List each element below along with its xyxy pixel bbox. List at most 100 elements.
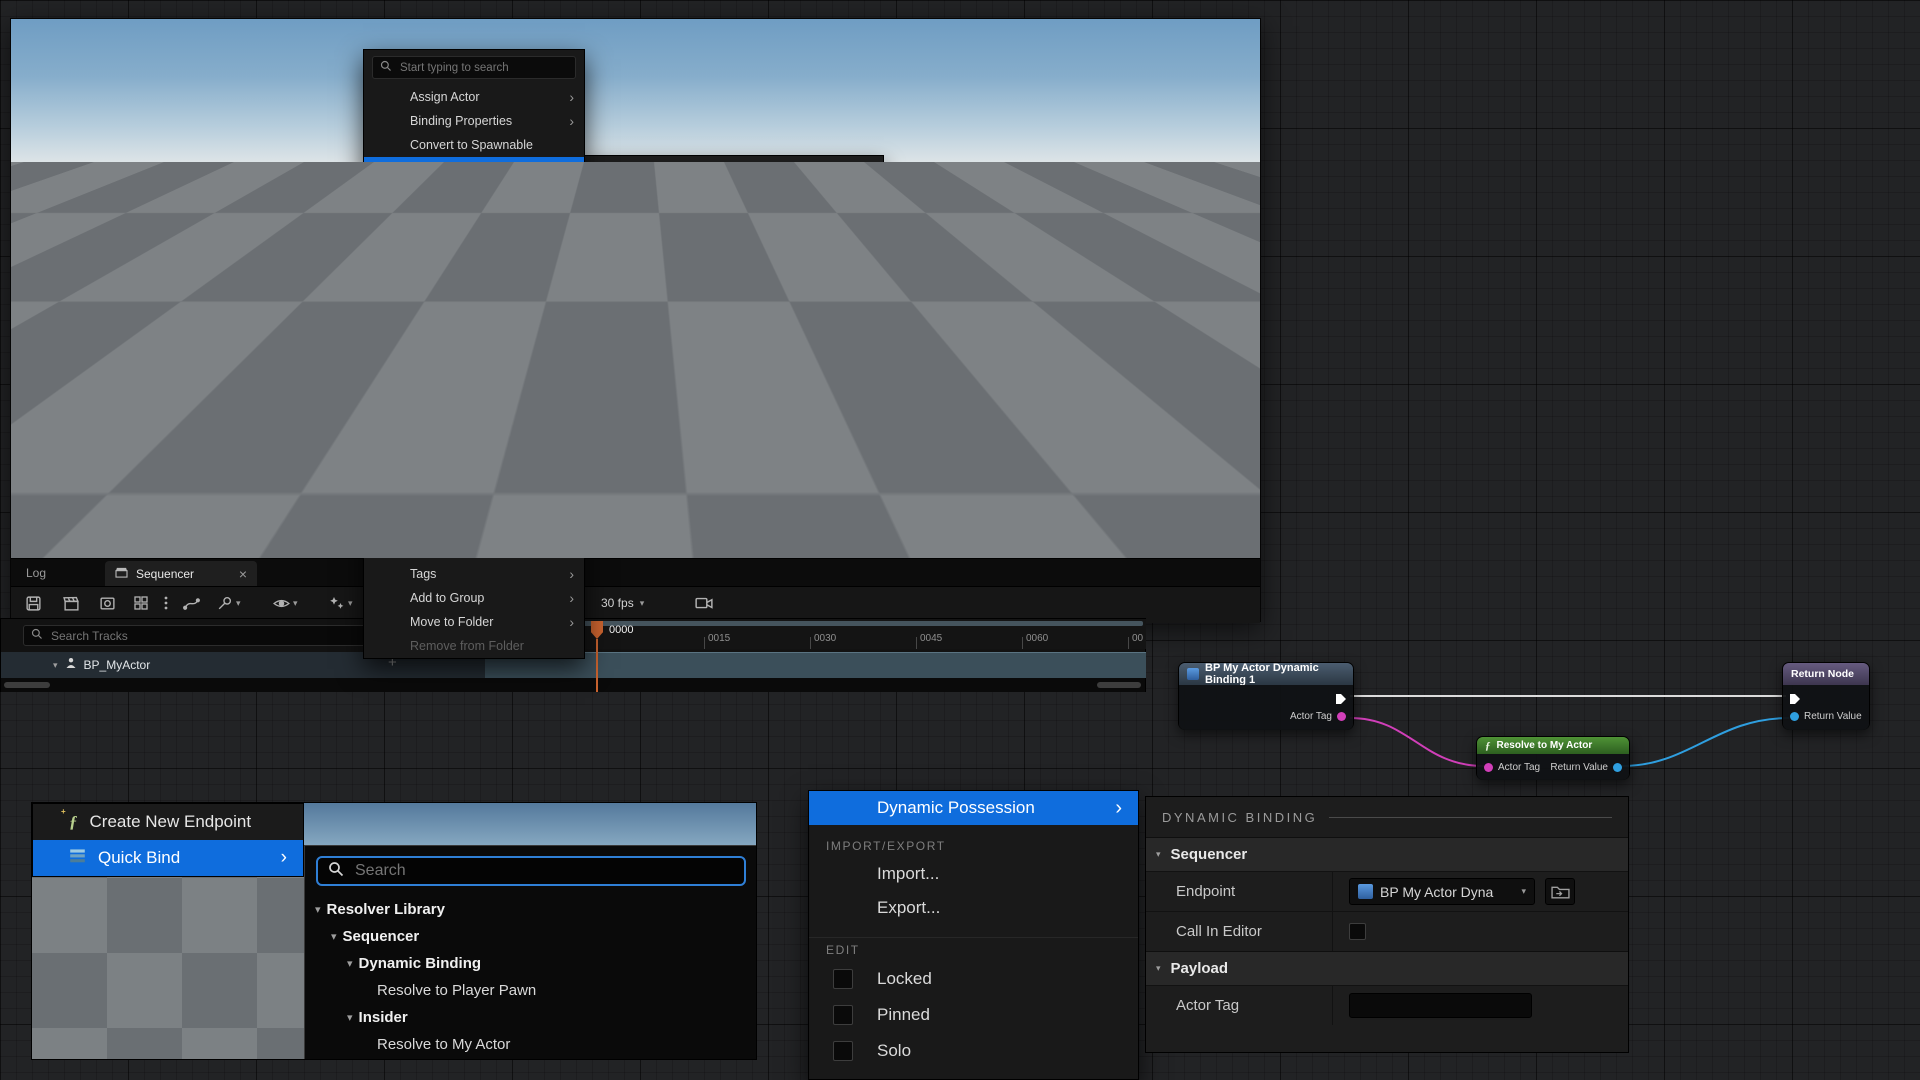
menu-item-delete-and-keep-state[interactable]: Delete and Keep State — [364, 491, 584, 515]
menu-item-solo[interactable]: Solo — [809, 1033, 1138, 1069]
tree-item-dynamic-binding[interactable]: ▾ Dynamic Binding — [903, 332, 1202, 350]
menu-item-delete[interactable]: Delete — [364, 467, 584, 491]
menu-item-duplicate[interactable]: DuplicateCTRL+D — [364, 443, 584, 467]
expander-icon[interactable]: ▾ — [911, 300, 916, 311]
mute-checkbox[interactable] — [377, 352, 391, 366]
actor-tag-input-pin[interactable]: Actor Tag — [1484, 762, 1540, 773]
curves-button[interactable] — [183, 595, 200, 612]
menu-item-remove-from-folder[interactable]: Remove from Folder — [364, 634, 584, 658]
tree-item-insider[interactable]: ▾ Insider — [305, 1004, 757, 1031]
tab-sequencer[interactable]: Sequencer × — [105, 561, 257, 587]
browse-endpoint-button[interactable] — [845, 210, 869, 230]
expander-icon[interactable]: ▾ — [53, 660, 58, 671]
category-sequencer[interactable]: ▾ Sequencer — [585, 182, 883, 204]
menu-item-cut[interactable]: CutCTRL+X — [364, 371, 584, 395]
menu-item-mute[interactable]: Mute — [364, 347, 584, 371]
resolver-search-box[interactable] — [316, 856, 746, 886]
call-in-editor-checkbox[interactable] — [1349, 923, 1366, 940]
category-sequencer[interactable]: ▾ Sequencer — [1146, 837, 1628, 871]
menu-item-export[interactable]: Export... — [364, 228, 584, 252]
menu-item-convert-to-spawnable[interactable]: Convert to Spawnable — [364, 133, 584, 157]
layout-button[interactable] — [133, 595, 149, 611]
expander-icon[interactable]: ▾ — [315, 903, 321, 916]
menu-item-copy[interactable]: CopyCTRL+C — [364, 395, 584, 419]
expander-icon[interactable]: ▾ — [1156, 963, 1161, 974]
menu-item-solo[interactable]: Solo — [364, 323, 584, 347]
actor-tag-output-pin[interactable]: Actor Tag — [1290, 711, 1346, 722]
menu-item-dynamic-possession[interactable]: Dynamic Possession › — [809, 791, 1138, 825]
menu-item-move-to-folder[interactable]: Move to Folder› — [364, 610, 584, 634]
tab-log[interactable]: Log — [26, 566, 46, 580]
menu-item-quick-bind[interactable]: Quick Bind › — [721, 261, 899, 285]
menu-item-quick-bind[interactable]: Quick Bind › — [33, 840, 303, 876]
return-value-output-pin[interactable]: Return Value — [1550, 762, 1622, 773]
exec-input-pin[interactable] — [1789, 692, 1801, 710]
camera-lock-button[interactable] — [695, 595, 713, 610]
timeline-scrollbar[interactable] — [1, 678, 1145, 692]
menu-item-pinned[interactable]: Pinned — [809, 997, 1138, 1033]
menu-item-export[interactable]: Export... — [809, 891, 1138, 925]
menu-item-rename[interactable]: RenameF2 — [364, 515, 584, 539]
menu-item-assign-actor[interactable]: Assign Actor› — [364, 85, 584, 109]
camera-cuts-button[interactable] — [99, 595, 116, 612]
expander-icon[interactable]: ▾ — [925, 318, 930, 329]
timeline-range-slider[interactable] — [489, 621, 1143, 626]
render-movie-button[interactable] — [63, 595, 80, 612]
menu-item-paste[interactable]: PasteCTRL+V — [364, 419, 584, 443]
solo-checkbox[interactable] — [833, 1041, 853, 1061]
tree-item-sequencer[interactable]: ▾ Sequencer — [903, 314, 1202, 332]
node-bp-my-actor-dynamic-binding[interactable]: BP My Actor Dynamic Binding 1 Actor Tag — [1178, 662, 1354, 730]
tree-item-sequencer[interactable]: ▾ Sequencer — [305, 923, 757, 950]
menu-item-add-to-group[interactable]: Add to Group› — [364, 586, 584, 610]
menu-item-import[interactable]: Import... — [809, 857, 1138, 891]
pinned-checkbox[interactable] — [377, 304, 391, 318]
exec-output-pin[interactable] — [1335, 692, 1347, 710]
menu-item-import[interactable]: Import... — [364, 204, 584, 228]
menu-item-create-new-endpoint[interactable]: +ƒ Create New Endpoint — [33, 804, 303, 840]
locked-checkbox[interactable] — [377, 280, 391, 294]
return-value-input-pin[interactable]: Return Value — [1790, 711, 1862, 722]
menu-item-binding-properties[interactable]: Binding Properties› — [364, 109, 584, 133]
resolver-search-input[interactable] — [353, 861, 734, 881]
browse-endpoint-button[interactable] — [1545, 878, 1575, 905]
more-options-icon[interactable] — [163, 595, 169, 611]
menu-search-box[interactable] — [372, 56, 576, 79]
expander-icon[interactable]: ▾ — [939, 336, 944, 347]
tree-item-resolve-to-player-pawn[interactable]: Resolve to Player Pawn — [305, 977, 757, 1004]
tab-close-icon[interactable]: × — [239, 567, 247, 581]
resolver-search-input[interactable] — [935, 272, 1187, 286]
menu-item-tags[interactable]: Tags› — [364, 562, 584, 586]
menu-item-dynamic-possession[interactable]: Dynamic Possession› — [364, 157, 584, 181]
fps-dropdown[interactable]: 30 fps▾ — [601, 596, 644, 610]
solo-checkbox[interactable] — [377, 328, 391, 342]
node-resolve-to-my-actor[interactable]: ƒ Resolve to My Actor Actor Tag Return V… — [1476, 736, 1630, 780]
locked-checkbox[interactable] — [833, 969, 853, 989]
playback-options-dropdown[interactable]: ▾ — [216, 595, 241, 612]
menu-search-input[interactable] — [398, 61, 568, 75]
save-button[interactable] — [25, 595, 42, 612]
tree-item-resolve-to-my-actor[interactable]: Resolve to My Actor — [305, 1031, 757, 1058]
keyframe-options-dropdown[interactable]: ▾ — [329, 595, 353, 611]
scrollbar-handle[interactable] — [4, 682, 50, 688]
view-options-dropdown[interactable]: ▾ — [273, 595, 298, 612]
expander-icon[interactable]: ▾ — [595, 188, 600, 199]
menu-item-pinned[interactable]: Pinned — [364, 299, 584, 323]
pinned-checkbox[interactable] — [833, 1005, 853, 1025]
actor-tag-input[interactable] — [1349, 993, 1532, 1018]
expander-icon[interactable]: ▾ — [347, 957, 353, 970]
expander-icon[interactable]: ▾ — [1156, 849, 1161, 860]
expander-icon[interactable]: ▾ — [331, 930, 337, 943]
expander-icon[interactable]: ▾ — [347, 1011, 353, 1024]
tree-item-resolver-library[interactable]: ▾ Resolver Library — [903, 296, 1202, 314]
menu-item-locked[interactable]: Locked — [809, 961, 1138, 997]
scrollbar-handle[interactable] — [1097, 682, 1141, 688]
node-return[interactable]: Return Node Return Value — [1782, 662, 1870, 730]
menu-item-create-new-endpoint[interactable]: +ƒ Create New Endpoint — [721, 237, 899, 261]
tree-item-resolver-library[interactable]: ▾ Resolver Library — [305, 896, 757, 923]
menu-item-locked[interactable]: Locked — [364, 275, 584, 299]
tree-item-dynamic-binding[interactable]: ▾ Dynamic Binding — [305, 950, 757, 977]
resolver-search-box[interactable] — [911, 269, 1194, 289]
endpoint-dropdown[interactable]: ƒ Unbound ▾ — [719, 210, 839, 230]
category-payload[interactable]: ▾ Payload — [1146, 951, 1628, 985]
endpoint-dropdown[interactable]: BP My Actor Dyna ▾ — [1349, 878, 1535, 905]
